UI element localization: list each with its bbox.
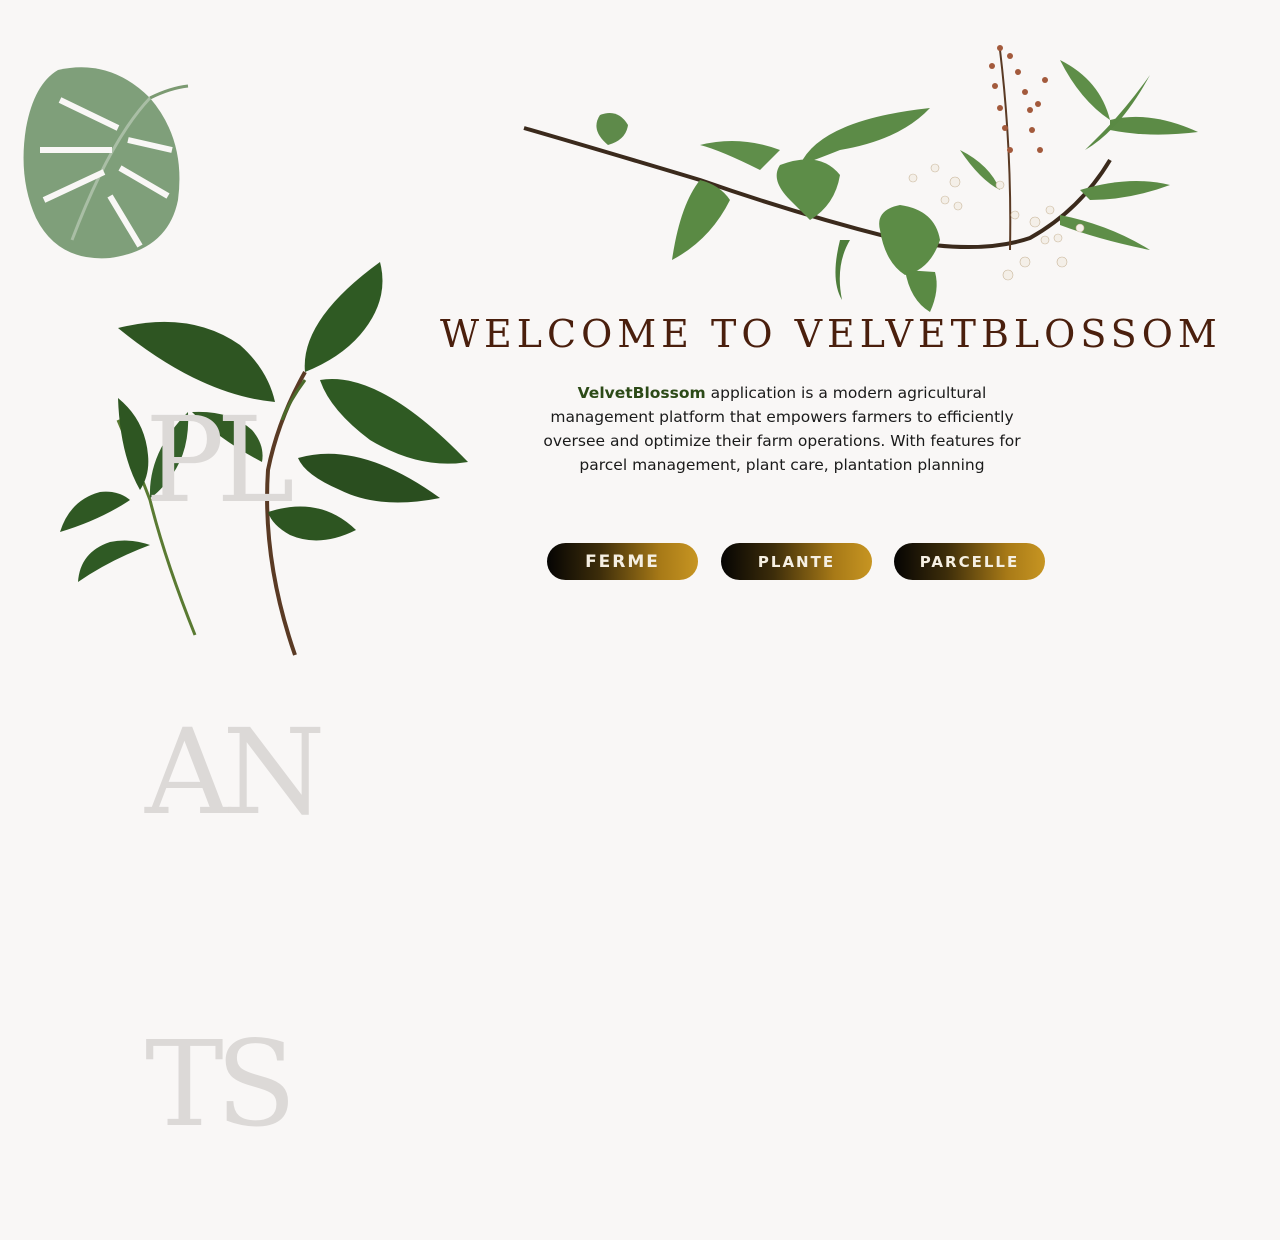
watermark-line-3: TS [145,1015,297,1153]
app-description: VelvetBlossom application is a modern ag… [540,381,1024,477]
page-title: WELCOME TO VELVETBLOSSOM [440,312,1222,356]
blossom-branch-icon [523,45,1198,312]
plante-button[interactable]: PLANTE [721,543,872,580]
watermark-line-1: PL [145,391,295,529]
parcelle-button[interactable]: PARCELLE [894,543,1045,580]
watermark-line-2: AN [145,703,325,841]
plants-watermark: PL AN TS [145,200,345,1240]
brand-name: VelvetBlossom [577,384,706,402]
ferme-button[interactable]: FERME [547,543,698,580]
